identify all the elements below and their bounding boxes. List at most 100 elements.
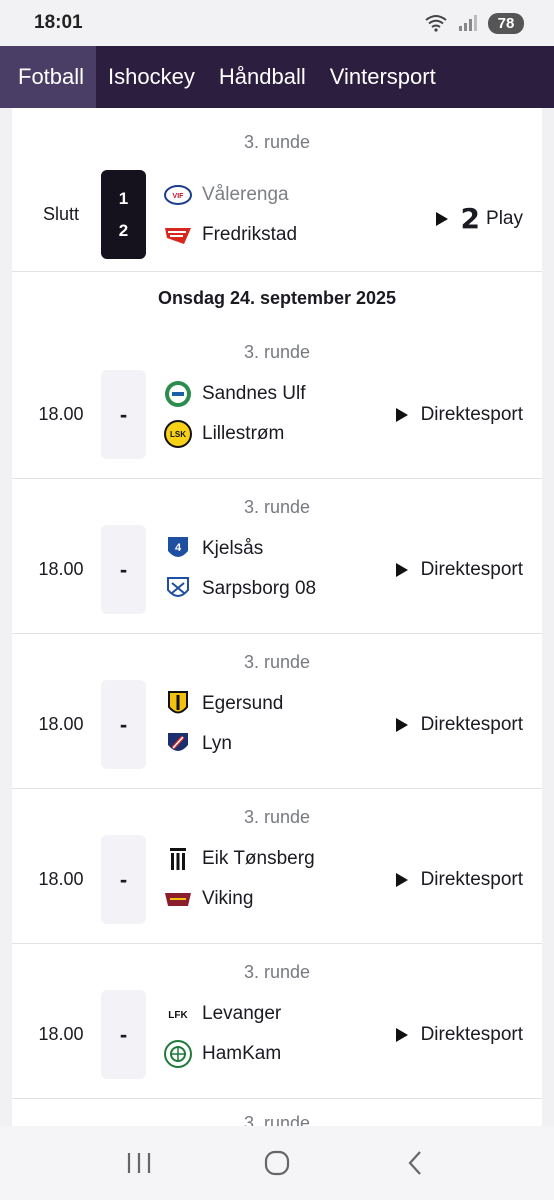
status-time: 18:01 bbox=[34, 12, 83, 33]
tab-ishockey[interactable]: Ishockey bbox=[96, 46, 207, 108]
match-card[interactable]: 3. runde Slutt 1 2 VIF Vålerenga Fredrik… bbox=[12, 108, 542, 272]
eik-tonsberg-logo-icon bbox=[164, 845, 192, 873]
channel-link[interactable]: Direktesport bbox=[395, 714, 523, 736]
system-nav-bar bbox=[0, 1126, 554, 1200]
away-team-name: Fredrikstad bbox=[202, 224, 298, 245]
home-team: Sandnes Ulf bbox=[164, 380, 306, 408]
viking-logo-icon bbox=[164, 885, 192, 913]
svg-text:LSK: LSK bbox=[170, 430, 186, 439]
home-team-name: Eik Tønsberg bbox=[202, 848, 315, 869]
home-team-name: Egersund bbox=[202, 693, 284, 714]
match-list: 3. runde Slutt 1 2 VIF Vålerenga Fredrik… bbox=[12, 108, 542, 1128]
status-icons: 78 bbox=[424, 12, 524, 34]
channel-link[interactable]: 2 Play bbox=[435, 202, 523, 235]
back-button[interactable] bbox=[395, 1143, 435, 1183]
svg-text:4: 4 bbox=[175, 542, 182, 554]
score-placeholder: - bbox=[101, 680, 146, 769]
score-placeholder: - bbox=[101, 835, 146, 924]
channel-link[interactable]: Direktesport bbox=[395, 404, 523, 426]
play-icon bbox=[395, 873, 408, 887]
home-team: Eik Tønsberg bbox=[164, 845, 315, 873]
away-team-name: Viking bbox=[202, 888, 254, 909]
score-placeholder: - bbox=[101, 370, 146, 459]
valerenga-logo-icon: VIF bbox=[164, 181, 192, 209]
sport-tabs: Fotball Ishockey Håndball Vintersport bbox=[0, 46, 554, 108]
match-card[interactable]: 3. runde 18.00 - Egersund Lyn Direktespo… bbox=[12, 634, 542, 789]
home-team: 4 Kjelsås bbox=[164, 535, 263, 563]
away-score: 2 bbox=[118, 220, 129, 240]
away-team-name: Sarpsborg 08 bbox=[202, 578, 317, 599]
match-status: Slutt bbox=[42, 204, 80, 224]
match-time: 18.00 bbox=[38, 869, 84, 889]
channel-name: Direktesport bbox=[420, 869, 523, 890]
play-icon bbox=[395, 563, 408, 577]
tab-vintersport[interactable]: Vintersport bbox=[318, 46, 448, 108]
egersund-logo-icon bbox=[164, 690, 192, 718]
match-time: 18.00 bbox=[38, 404, 84, 424]
away-team: Viking bbox=[164, 885, 253, 913]
sandnes-ulf-logo-icon bbox=[164, 380, 192, 408]
home-team: Egersund bbox=[164, 690, 283, 718]
match-time: 18.00 bbox=[38, 559, 84, 579]
tab-fotball[interactable]: Fotball bbox=[0, 46, 97, 108]
away-team: HamKam bbox=[164, 1040, 281, 1068]
match-card[interactable]: 3. runde 18.00 - Sandnes Ulf LSK Lillest… bbox=[12, 324, 542, 479]
status-bar: 18:01 78 bbox=[0, 0, 554, 46]
away-team: Lyn bbox=[164, 730, 232, 758]
match-card[interactable]: 3. runde 18.00 - Eik Tønsberg Viking Dir… bbox=[12, 789, 542, 944]
signal-icon bbox=[459, 15, 477, 31]
tab-handball[interactable]: Håndball bbox=[207, 46, 318, 108]
battery-indicator: 78 bbox=[488, 12, 524, 34]
match-time: 18.00 bbox=[38, 1024, 84, 1044]
channel-name: Direktesport bbox=[420, 559, 523, 580]
levanger-logo-icon: LFK bbox=[164, 1000, 192, 1028]
channel-name: Direktesport bbox=[420, 404, 523, 425]
match-round: 3. runde bbox=[243, 132, 311, 152]
home-team: LFK Levanger bbox=[164, 1000, 281, 1028]
sarpsborg-logo-icon bbox=[164, 575, 192, 603]
tv2-logo-icon: 2 bbox=[460, 202, 481, 235]
match-card[interactable]: 3. runde 18.00 - LFK Levanger HamKam Dir… bbox=[12, 944, 542, 1099]
channel-name: Play bbox=[486, 207, 523, 229]
match-round: 3. runde bbox=[243, 807, 311, 827]
match-round: 3. runde bbox=[243, 652, 311, 672]
away-team-name: Lyn bbox=[202, 733, 232, 754]
away-team: LSK Lillestrøm bbox=[164, 420, 284, 448]
recent-apps-button[interactable] bbox=[119, 1143, 159, 1183]
away-team-name: HamKam bbox=[202, 1043, 282, 1064]
home-button[interactable] bbox=[257, 1143, 297, 1183]
lyn-logo-icon bbox=[164, 730, 192, 758]
score-placeholder: - bbox=[101, 990, 146, 1079]
recent-apps-icon bbox=[127, 1153, 151, 1173]
final-score: 1 2 bbox=[101, 170, 146, 259]
play-icon bbox=[435, 211, 448, 226]
match-card[interactable]: 3. runde bbox=[12, 1099, 542, 1128]
home-team: VIF Vålerenga bbox=[164, 181, 289, 209]
channel-link[interactable]: Direktesport bbox=[395, 559, 523, 581]
match-card[interactable]: 3. runde 18.00 - 4 Kjelsås Sarpsborg 08 … bbox=[12, 479, 542, 634]
channel-name: Direktesport bbox=[420, 1024, 523, 1045]
home-team-name: Kjelsås bbox=[202, 538, 264, 559]
home-team-name: Levanger bbox=[202, 1003, 282, 1024]
play-icon bbox=[395, 408, 408, 422]
match-round: 3. runde bbox=[243, 342, 311, 362]
back-icon bbox=[408, 1151, 421, 1175]
home-team-name: Vålerenga bbox=[202, 184, 289, 205]
fredrikstad-logo-icon bbox=[164, 221, 192, 249]
play-icon bbox=[395, 1028, 408, 1042]
score-placeholder: - bbox=[101, 525, 146, 614]
match-round: 3. runde bbox=[243, 962, 311, 982]
wifi-icon bbox=[425, 15, 447, 32]
date-header: Onsdag 24. september 2025 bbox=[12, 272, 542, 324]
svg-text:LFK: LFK bbox=[168, 1010, 188, 1021]
channel-name: Direktesport bbox=[420, 714, 523, 735]
kjelsas-logo-icon: 4 bbox=[164, 535, 192, 563]
away-team: Fredrikstad bbox=[164, 221, 297, 249]
home-icon bbox=[264, 1150, 290, 1176]
hamkam-logo-icon bbox=[164, 1040, 192, 1068]
channel-link[interactable]: Direktesport bbox=[395, 1024, 523, 1046]
away-team: Sarpsborg 08 bbox=[164, 575, 316, 603]
svg-text:VIF: VIF bbox=[173, 193, 185, 200]
play-icon bbox=[395, 718, 408, 732]
channel-link[interactable]: Direktesport bbox=[395, 869, 523, 891]
